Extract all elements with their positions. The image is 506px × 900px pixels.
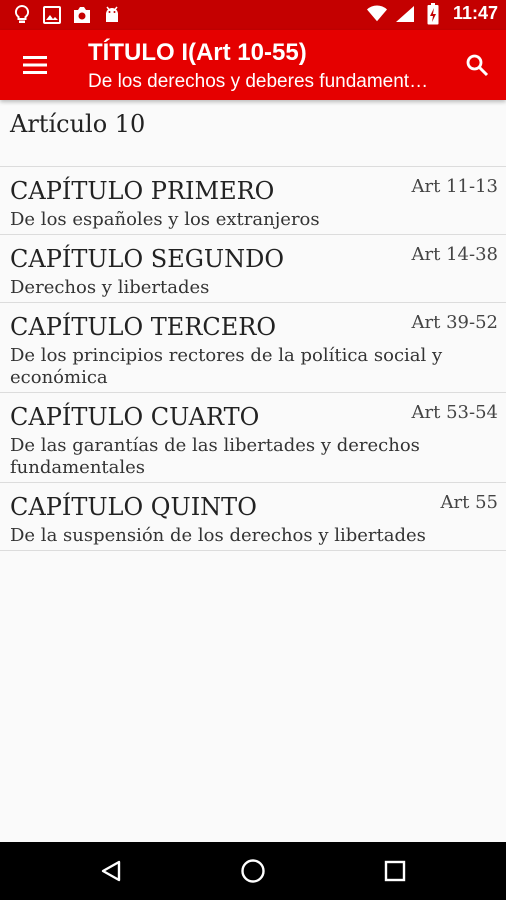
menu-button[interactable] bbox=[14, 46, 56, 84]
home-circle-icon bbox=[241, 859, 265, 883]
chapter-description: De los españoles y los extranjeros bbox=[10, 209, 320, 230]
android-icon bbox=[102, 5, 122, 25]
lightbulb-icon bbox=[12, 5, 32, 25]
chapter-description: De las garantías de las libertades y der… bbox=[10, 435, 420, 478]
page-title: TÍTULO I(Art 10-55) bbox=[88, 39, 307, 66]
chapter-title: CAPÍTULO SEGUNDO bbox=[10, 245, 285, 273]
recents-button[interactable] bbox=[377, 853, 413, 889]
chapter-title: CAPÍTULO QUINTO bbox=[10, 493, 257, 521]
chapter-range: Art 11-13 bbox=[411, 176, 498, 197]
chapter-item-tercero[interactable]: CAPÍTULO TERCERO Art 39-52 De los princi… bbox=[0, 303, 506, 393]
wifi-icon bbox=[366, 4, 387, 24]
clock-time: 11:47 bbox=[452, 3, 498, 23]
chapter-range: Art 39-52 bbox=[411, 312, 498, 333]
chapter-list: Artículo 10 CAPÍTULO PRIMERO Art 11-13 D… bbox=[0, 100, 506, 551]
back-button[interactable] bbox=[93, 853, 129, 889]
image-icon bbox=[42, 5, 62, 25]
search-button[interactable] bbox=[456, 46, 498, 84]
chapter-item-quinto[interactable]: CAPÍTULO QUINTO Art 55 De la suspensión … bbox=[0, 483, 506, 551]
chapter-range: Art 55 bbox=[440, 492, 498, 513]
chapter-item-segundo[interactable]: CAPÍTULO SEGUNDO Art 14-38 Derechos y li… bbox=[0, 235, 506, 303]
app-bar: TÍTULO I(Art 10-55) De los derechos y de… bbox=[0, 30, 506, 100]
page-subtitle: De los derechos y deberes fundamentales bbox=[88, 71, 438, 92]
hamburger-menu-icon bbox=[23, 56, 47, 74]
system-icons: 11:47 bbox=[366, 2, 498, 24]
chapter-range: Art 14-38 bbox=[411, 244, 498, 265]
back-triangle-icon bbox=[101, 860, 121, 882]
search-icon bbox=[466, 54, 489, 77]
chapter-item-cuarto[interactable]: CAPÍTULO CUARTO Art 53-54 De las garantí… bbox=[0, 393, 506, 483]
chapter-title: CAPÍTULO PRIMERO bbox=[10, 177, 275, 205]
battery-icon bbox=[423, 2, 443, 24]
status-bar: 11:47 bbox=[0, 0, 506, 30]
camera-icon bbox=[72, 5, 92, 25]
chapter-title: CAPÍTULO TERCERO bbox=[10, 313, 277, 341]
article-label: Artículo 10 bbox=[10, 110, 146, 138]
signal-icon bbox=[395, 4, 415, 24]
chapter-title: CAPÍTULO CUARTO bbox=[10, 403, 260, 431]
chapter-description: Derechos y libertades bbox=[10, 277, 210, 298]
chapter-item-primero[interactable]: CAPÍTULO PRIMERO Art 11-13 De los españo… bbox=[0, 167, 506, 235]
article-row[interactable]: Artículo 10 bbox=[0, 100, 506, 167]
chapter-description: De los principios rectores de la polític… bbox=[10, 345, 443, 388]
chapter-description: De la suspensión de los derechos y liber… bbox=[10, 525, 426, 546]
chapter-range: Art 53-54 bbox=[411, 402, 498, 423]
recents-square-icon bbox=[384, 860, 406, 882]
home-button[interactable] bbox=[235, 853, 271, 889]
navigation-bar bbox=[0, 842, 506, 900]
notification-icons bbox=[12, 5, 122, 25]
